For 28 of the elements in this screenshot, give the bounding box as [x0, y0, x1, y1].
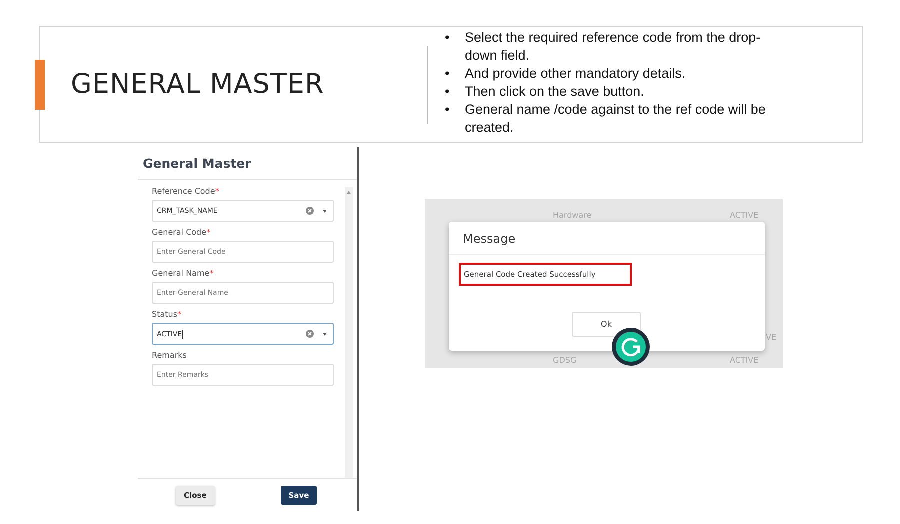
clear-icon[interactable]: [306, 207, 314, 215]
bullet: •: [445, 83, 451, 101]
scrollbar[interactable]: [345, 187, 353, 478]
dropdown-arrow-icon[interactable]: [323, 332, 327, 336]
table-cell-text: Hardware: [553, 211, 593, 220]
instruction-text: General name /code against to the ref code will be created.: [465, 101, 767, 137]
instruction-text: And provide other mandatory details.: [465, 65, 687, 83]
field-label: Reference Code*: [152, 187, 220, 196]
accent-bar: [35, 60, 45, 110]
table-cell-text: GDSG: [553, 356, 578, 365]
bullet: •: [445, 65, 451, 83]
instruction-text: Then click on the save button.: [465, 83, 646, 101]
bullet: •: [445, 29, 451, 47]
form-title: General Master: [138, 147, 357, 180]
table-cell-text: VE: [766, 333, 778, 342]
dropdown-arrow-icon[interactable]: [323, 210, 327, 212]
ok-button[interactable]: Ok: [572, 312, 641, 337]
dialog-title: Message: [449, 222, 765, 255]
slide-title: GENERAL MASTER: [71, 69, 326, 100]
field-label: General Name*: [152, 269, 215, 278]
clear-icon[interactable]: [306, 330, 314, 338]
table-cell-text: ACTIVE: [730, 356, 760, 365]
table-cell-text: ACTIVE: [730, 211, 760, 220]
field-label: Status*: [152, 310, 182, 319]
instruction-text: Select the required reference code from the drop-down field.: [465, 29, 762, 65]
field-label: General Code*: [152, 228, 212, 237]
field-label: Remarks: [152, 351, 188, 360]
bullet: •: [445, 101, 451, 119]
